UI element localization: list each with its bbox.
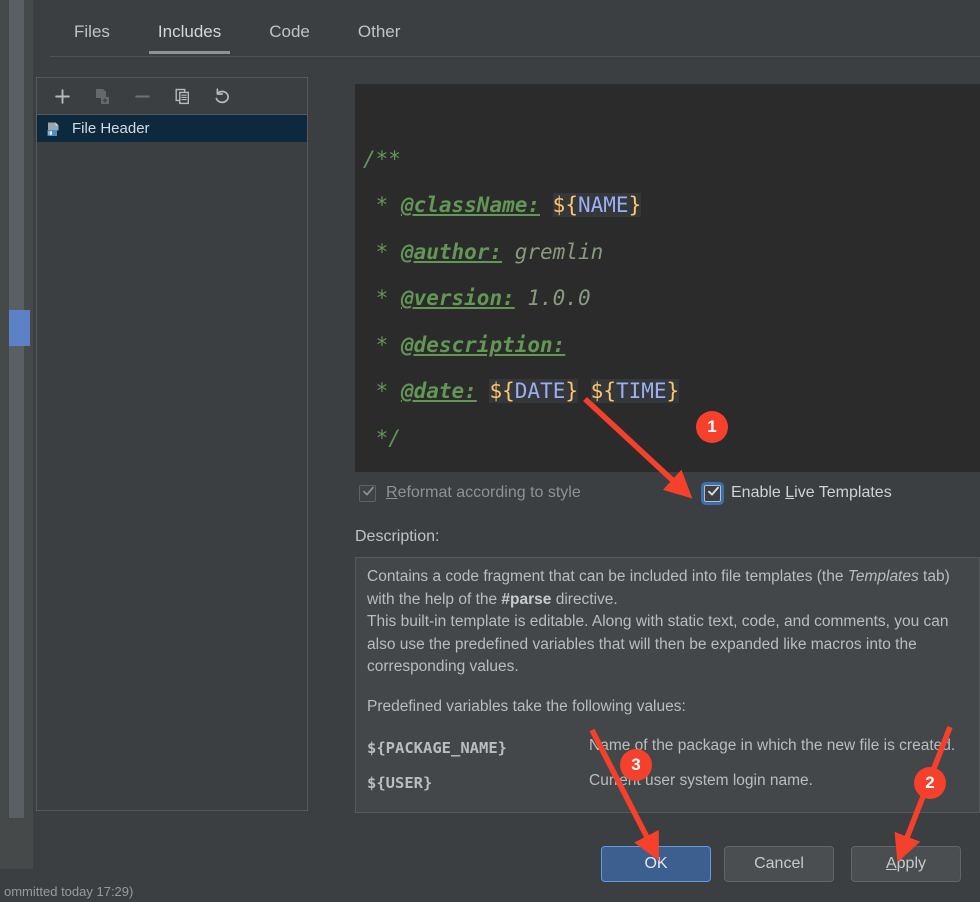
desc-p1-a: Contains a code fragment that can be inc… xyxy=(367,568,848,585)
variable-name: ${PACKAGE_NAME} xyxy=(367,739,507,757)
description-label: Description: xyxy=(355,528,440,545)
checkbox-mnemonic: R xyxy=(386,484,398,501)
description-paragraph-1: Contains a code fragment that can be inc… xyxy=(367,566,967,611)
variable-name: ${USER} xyxy=(367,773,433,792)
predefined-variables-table: ${PACKAGE_NAME} Name of the package in w… xyxy=(367,735,957,804)
table-row: ${USER} Current user system login name. xyxy=(367,770,957,805)
ide-backdrop xyxy=(0,0,33,869)
desc-p1-bold: #parse xyxy=(501,590,552,608)
description-panel: Contains a code fragment that can be inc… xyxy=(355,557,980,813)
cancel-button[interactable]: Cancel xyxy=(724,846,834,882)
tab-includes[interactable]: Includes xyxy=(134,22,245,54)
tab-bar-divider xyxy=(50,56,980,57)
tab-bar: Files Includes Code Other xyxy=(33,0,980,57)
ide-scrollbar-thumb[interactable] xyxy=(9,310,30,346)
checkbox-label-rest: ive Templates xyxy=(794,484,892,501)
checkbox-label: Enable Live Templates xyxy=(731,484,892,502)
remove-icon[interactable] xyxy=(130,84,154,108)
add-icon[interactable] xyxy=(50,84,74,108)
svg-text:J: J xyxy=(48,130,50,135)
screen: ommitted today 17:29) Files Includes Cod… xyxy=(0,0,980,902)
copy-template-icon[interactable] xyxy=(90,84,114,108)
template-list-panel: J File Header xyxy=(36,77,308,811)
apply-button[interactable]: Apply xyxy=(851,846,961,882)
tab-code[interactable]: Code xyxy=(245,22,334,54)
reset-icon[interactable] xyxy=(210,84,234,108)
ide-statusbar-text: ommitted today 17:29) xyxy=(4,884,134,899)
list-item-file-header[interactable]: J File Header xyxy=(37,115,307,142)
ide-scrollbar-track[interactable] xyxy=(9,0,30,818)
checkbox-label: Reformat according to style xyxy=(386,484,581,502)
checkbox-mnemonic: L xyxy=(785,484,795,501)
variable-description: Current user system login name. xyxy=(589,771,813,789)
template-list-toolbar xyxy=(37,78,307,115)
tab-other[interactable]: Other xyxy=(334,22,425,54)
check-icon xyxy=(708,486,719,496)
checkbox-label-rest: eformat according to style xyxy=(397,484,581,501)
enable-live-templates-checkbox[interactable]: Enable Live Templates xyxy=(704,484,892,502)
reformat-according-to-style-checkbox[interactable]: Reformat according to style xyxy=(359,484,581,502)
file-template-icon: J xyxy=(45,120,63,138)
description-paragraph-3: Predefined variables take the following … xyxy=(367,697,686,715)
checkbox-label-pre: Enable xyxy=(731,484,786,501)
editor-options-row: Reformat according to style Enable Live … xyxy=(355,484,980,512)
editor-code-content: /** * @className: ${NAME} * @author: gre… xyxy=(363,146,680,450)
desc-p1-italic: Templates xyxy=(847,568,919,585)
template-code-editor[interactable]: /** * @className: ${NAME} * @author: gre… xyxy=(355,84,980,472)
dialog-footer: OK Cancel Apply xyxy=(33,826,980,882)
file-and-code-templates-dialog: Files Includes Code Other J File Header … xyxy=(33,0,980,882)
apply-label-rest: pply xyxy=(896,855,927,872)
checkbox-box xyxy=(359,484,376,502)
duplicate-icon[interactable] xyxy=(170,84,194,108)
description-paragraph-2: This built-in template is editable. Alon… xyxy=(367,613,949,675)
variable-description: Name of the package in which the new fil… xyxy=(589,737,956,754)
tab-files[interactable]: Files xyxy=(50,22,134,54)
check-icon xyxy=(363,486,374,495)
list-item-label: File Header xyxy=(72,120,150,137)
apply-mnemonic: A xyxy=(885,855,897,872)
table-row: ${PACKAGE_NAME} Name of the package in w… xyxy=(367,735,957,770)
checkbox-box xyxy=(704,484,721,502)
template-list: J File Header xyxy=(37,115,307,142)
ok-button[interactable]: OK xyxy=(601,846,711,882)
desc-p1-c: directive. xyxy=(551,590,618,608)
